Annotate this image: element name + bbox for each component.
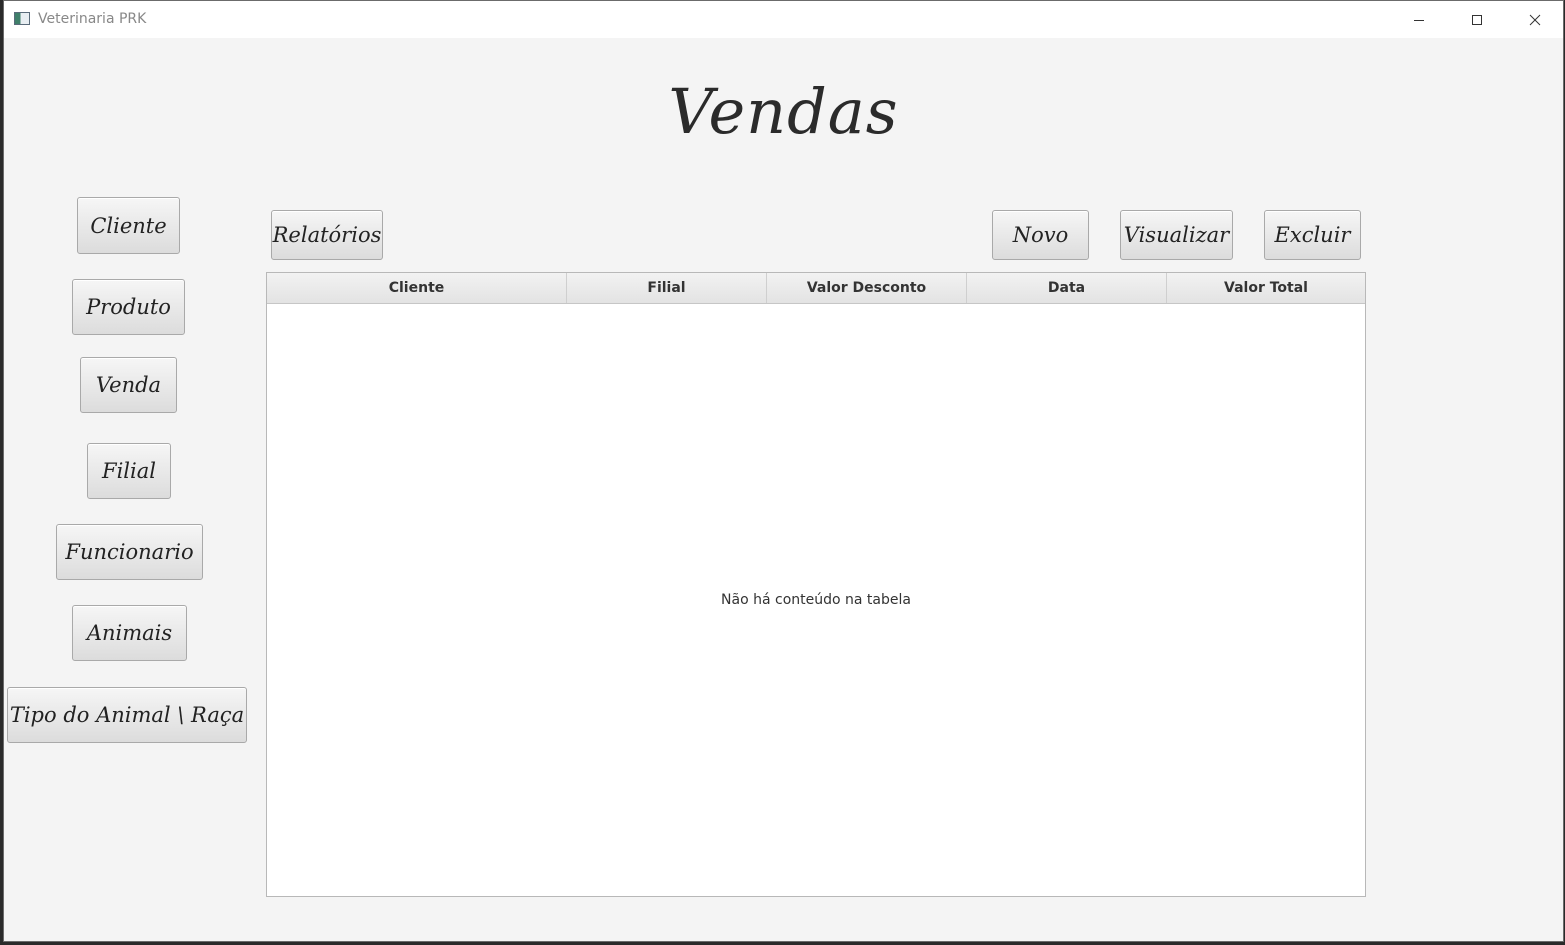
sidebar-item-cliente[interactable]: Cliente <box>77 197 180 254</box>
column-header-cliente[interactable]: Cliente <box>267 273 567 303</box>
minimize-button[interactable] <box>1390 1 1448 38</box>
column-header-valor-total[interactable]: Valor Total <box>1167 273 1365 303</box>
window-title: Veterinaria PRK <box>38 11 147 27</box>
app-icon <box>14 12 30 25</box>
table-empty-message: Não há conteúdo na tabela <box>721 592 911 608</box>
sidebar-item-tipo-animal-raca[interactable]: Tipo do Animal \ Raça <box>7 687 247 743</box>
delete-button[interactable]: Excluir <box>1264 210 1361 260</box>
sidebar-item-animais[interactable]: Animais <box>72 605 187 661</box>
page-title: Vendas <box>668 75 899 148</box>
column-header-filial[interactable]: Filial <box>567 273 767 303</box>
sidebar-item-produto[interactable]: Produto <box>72 279 185 335</box>
new-button[interactable]: Novo <box>992 210 1089 260</box>
column-header-valor-desconto[interactable]: Valor Desconto <box>767 273 967 303</box>
sidebar-item-filial[interactable]: Filial <box>87 443 171 499</box>
sales-table[interactable]: Cliente Filial Valor Desconto Data Valor… <box>266 272 1366 897</box>
maximize-button[interactable] <box>1448 1 1506 38</box>
column-header-data[interactable]: Data <box>967 273 1167 303</box>
reports-button[interactable]: Relatórios <box>271 210 383 260</box>
sidebar-item-funcionario[interactable]: Funcionario <box>56 524 203 580</box>
table-header: Cliente Filial Valor Desconto Data Valor… <box>267 273 1365 304</box>
close-icon <box>1529 14 1541 25</box>
close-button[interactable] <box>1506 1 1564 38</box>
maximize-icon <box>1472 14 1482 25</box>
sidebar-item-venda[interactable]: Venda <box>80 357 177 413</box>
minimize-icon <box>1414 19 1424 21</box>
view-button[interactable]: Visualizar <box>1120 210 1233 260</box>
title-bar[interactable]: Veterinaria PRK <box>4 1 1563 38</box>
application-window: Veterinaria PRK Vendas Cliente Produto V… <box>3 0 1564 942</box>
